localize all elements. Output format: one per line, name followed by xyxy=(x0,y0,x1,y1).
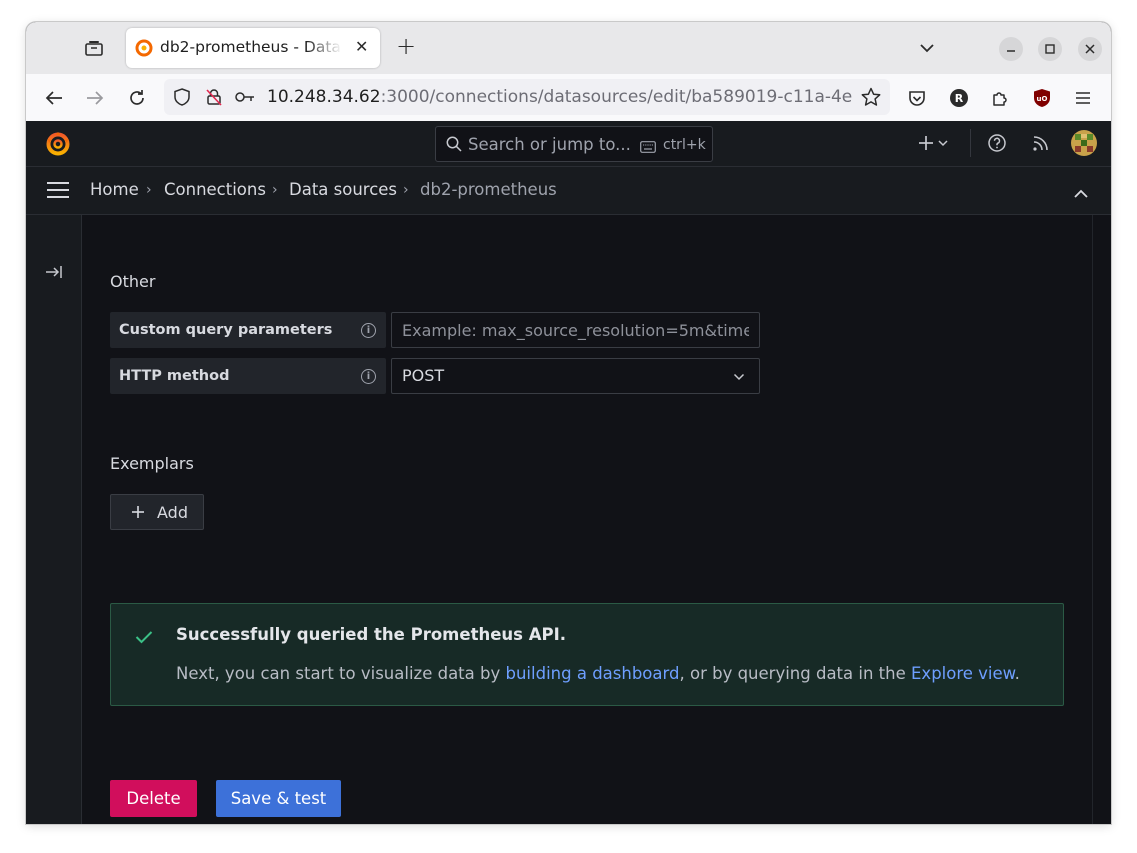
minimize-button[interactable] xyxy=(999,37,1023,61)
breadcrumb-current: db2-prometheus xyxy=(420,180,557,199)
reload-icon[interactable] xyxy=(125,86,149,110)
shield-icon[interactable] xyxy=(172,87,192,107)
alert-body-text: Next, you can start to visualize data by xyxy=(176,664,506,683)
divider xyxy=(970,129,971,157)
add-exemplar-label: Add xyxy=(157,503,188,522)
pocket-icon[interactable] xyxy=(905,86,929,110)
browser-window: db2-prometheus - Data sources ✕ + xyxy=(26,22,1111,824)
dock-menu-icon[interactable] xyxy=(45,264,63,283)
profile-r-icon[interactable]: R xyxy=(947,86,971,110)
check-icon xyxy=(135,631,153,644)
http-method-select[interactable]: POST xyxy=(391,358,760,394)
add-exemplar-button[interactable]: Add xyxy=(110,494,204,530)
chevron-down-icon xyxy=(733,373,745,381)
breadcrumb-chevron-icon: › xyxy=(403,182,409,198)
http-method-value: POST xyxy=(402,366,445,385)
insecure-lock-icon[interactable] xyxy=(204,87,224,107)
info-icon[interactable]: i xyxy=(361,369,376,384)
breadcrumb-bar: Home › Connections › Data sources › db2-… xyxy=(26,167,1111,215)
alert-body: Next, you can start to visualize data by… xyxy=(176,664,1020,683)
search-bar[interactable]: Search or jump to... ctrl+k xyxy=(435,126,713,162)
http-method-label: HTTP method i xyxy=(110,358,386,394)
user-avatar[interactable] xyxy=(1071,130,1097,156)
menu-hamburger-icon[interactable] xyxy=(1071,86,1095,110)
tab-title: db2-prometheus - Data sources xyxy=(160,38,342,56)
key-icon[interactable] xyxy=(234,87,256,107)
custom-query-params-label-text: Custom query parameters xyxy=(119,322,333,338)
ublock-icon[interactable]: uO xyxy=(1030,86,1054,110)
help-icon[interactable] xyxy=(987,133,1007,157)
building-dashboard-link[interactable]: building a dashboard xyxy=(506,664,680,683)
breadcrumb-data-sources[interactable]: Data sources xyxy=(289,180,397,199)
url-text[interactable]: 10.248.34.62:3000/connections/datasource… xyxy=(267,87,853,107)
maximize-button[interactable] xyxy=(1038,37,1062,61)
address-bar[interactable]: 10.248.34.62:3000/connections/datasource… xyxy=(164,79,890,115)
main-content: Other Custom query parameters i HTTP met… xyxy=(82,215,1111,824)
custom-query-params-input[interactable] xyxy=(391,312,760,348)
search-placeholder: Search or jump to... xyxy=(468,135,631,154)
breadcrumb-chevron-icon: › xyxy=(272,182,278,198)
url-path: :3000/connections/datasources/edit/ba589… xyxy=(380,87,853,107)
info-icon[interactable]: i xyxy=(361,323,376,338)
tab-overview-icon[interactable] xyxy=(82,36,106,60)
success-alert: Successfully queried the Prometheus API.… xyxy=(110,603,1064,706)
forward-icon[interactable] xyxy=(83,86,107,110)
navigation-bar: 10.248.34.62:3000/connections/datasource… xyxy=(26,74,1111,122)
delete-button[interactable]: Delete xyxy=(110,780,197,817)
menu-toggle-icon[interactable] xyxy=(46,181,70,203)
alert-title: Successfully queried the Prometheus API. xyxy=(176,625,566,644)
search-shortcut: ctrl+k xyxy=(663,137,706,153)
custom-query-params-label: Custom query parameters i xyxy=(110,312,386,348)
other-section-heading: Other xyxy=(110,272,156,291)
tab-close-icon[interactable]: ✕ xyxy=(355,37,368,56)
new-tab-button[interactable]: + xyxy=(394,32,418,60)
content-divider xyxy=(1092,215,1093,824)
url-host: 10.248.34.62 xyxy=(267,87,381,107)
search-icon xyxy=(446,136,462,156)
back-icon[interactable] xyxy=(42,86,66,110)
save-and-test-button[interactable]: Save & test xyxy=(216,780,341,817)
add-new-button[interactable] xyxy=(916,131,952,155)
tab-list-chevron-icon[interactable] xyxy=(915,36,939,60)
breadcrumb-chevron-icon: › xyxy=(146,182,152,198)
plus-icon xyxy=(132,506,144,518)
grafana-top-bar: Search or jump to... ctrl+k xyxy=(26,121,1111,167)
grafana-logo-icon[interactable] xyxy=(45,130,71,160)
alert-body-text: , or by querying data in the xyxy=(679,664,911,683)
breadcrumb-connections[interactable]: Connections xyxy=(164,180,266,199)
explore-view-link[interactable]: Explore view xyxy=(911,664,1015,683)
keyboard-icon xyxy=(640,138,656,157)
close-window-button[interactable] xyxy=(1078,37,1102,61)
tab-bar: db2-prometheus - Data sources ✕ + xyxy=(26,22,1111,74)
svg-text:uO: uO xyxy=(1037,95,1048,103)
side-rail xyxy=(26,215,82,824)
http-method-label-text: HTTP method xyxy=(119,368,230,384)
extensions-puzzle-icon[interactable] xyxy=(988,86,1012,110)
exemplars-heading: Exemplars xyxy=(110,454,194,473)
alert-body-text: . xyxy=(1014,664,1020,683)
bookmark-star-icon[interactable] xyxy=(861,87,881,107)
grafana-favicon-icon xyxy=(135,39,153,61)
breadcrumb-home[interactable]: Home xyxy=(90,180,139,199)
collapse-chevron-up-icon[interactable] xyxy=(1073,184,1089,203)
news-rss-icon[interactable] xyxy=(1032,134,1050,156)
active-tab[interactable]: db2-prometheus - Data sources ✕ xyxy=(126,28,380,68)
